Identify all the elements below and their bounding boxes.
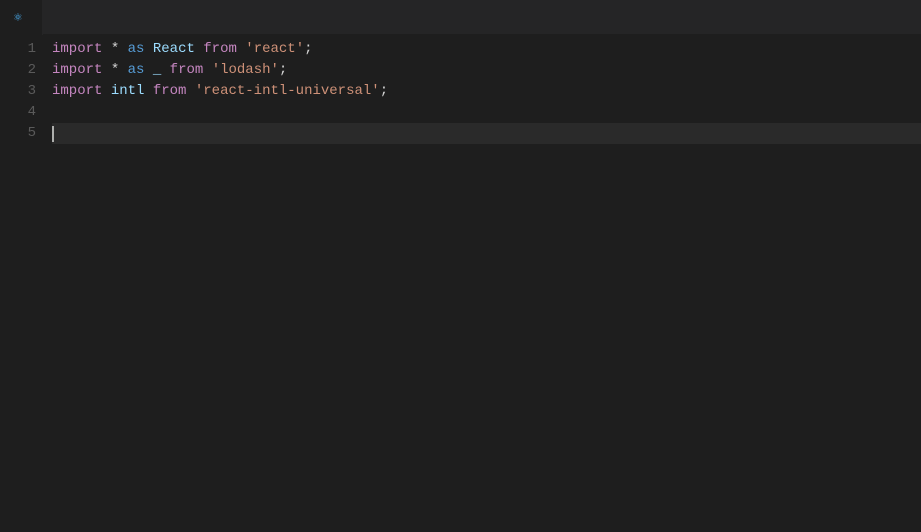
token-kw-blue: as (128, 60, 145, 81)
token-punct (195, 39, 203, 60)
line-number: 1 (0, 39, 36, 60)
code-line[interactable] (52, 123, 921, 144)
token-punct (161, 60, 169, 81)
token-from-kw: from (203, 39, 237, 60)
token-kw: import (52, 81, 102, 102)
line-number: 3 (0, 81, 36, 102)
token-op: * (111, 60, 119, 81)
token-punct: ; (380, 81, 388, 102)
token-ident: intl (111, 81, 145, 102)
token-punct (203, 60, 211, 81)
token-str: 'react' (245, 39, 304, 60)
token-kw: import (52, 60, 102, 81)
token-punct (144, 60, 152, 81)
token-from-kw: from (153, 81, 187, 102)
token-punct (102, 39, 110, 60)
code-line[interactable]: import * as React from 'react'; (52, 39, 921, 60)
token-op: * (111, 39, 119, 60)
active-tab[interactable]: ⚛ (0, 0, 43, 35)
token-ident: React (153, 39, 195, 60)
token-punct (186, 81, 194, 102)
token-punct (144, 81, 152, 102)
code-line[interactable]: import * as _ from 'lodash'; (52, 60, 921, 81)
token-ident: _ (153, 60, 161, 81)
code-lines[interactable]: import * as React from 'react';import * … (48, 39, 921, 532)
token-punct: ; (304, 39, 312, 60)
line-number: 4 (0, 102, 36, 123)
line-numbers: 12345 (0, 39, 48, 532)
token-from-kw: from (170, 60, 204, 81)
token-punct (144, 39, 152, 60)
token-str: 'lodash' (212, 60, 279, 81)
token-punct (102, 81, 110, 102)
text-cursor (52, 126, 54, 142)
token-kw: import (52, 39, 102, 60)
line-number: 5 (0, 123, 36, 144)
code-line[interactable]: import intl from 'react-intl-universal'; (52, 81, 921, 102)
line-number: 2 (0, 60, 36, 81)
tsx-icon: ⚛ (14, 10, 22, 25)
code-container[interactable]: 12345 import * as React from 'react';imp… (0, 35, 921, 532)
tab-bar: ⚛ (0, 0, 921, 35)
editor-area: 12345 import * as React from 'react';imp… (0, 35, 921, 532)
token-punct (102, 60, 110, 81)
token-kw-blue: as (128, 39, 145, 60)
token-str: 'react-intl-universal' (195, 81, 380, 102)
token-punct (119, 39, 127, 60)
code-line[interactable] (52, 102, 921, 123)
token-punct (119, 60, 127, 81)
token-punct (237, 39, 245, 60)
token-punct: ; (279, 60, 287, 81)
